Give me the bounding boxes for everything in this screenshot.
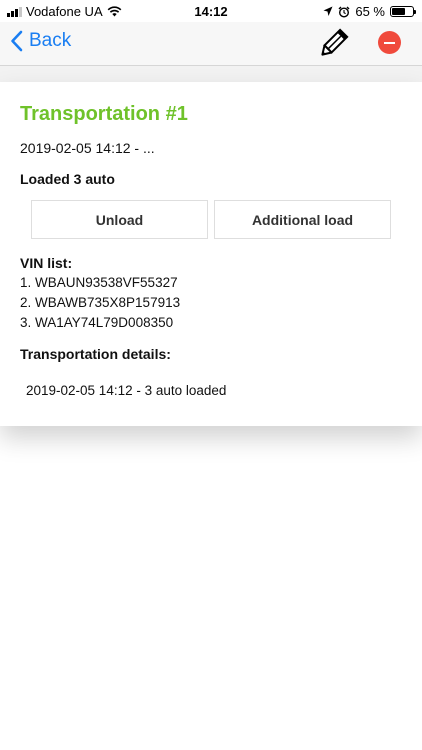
vin-list: 1. WBAUN93538VF55327 2. WBAWB735X8P15791… bbox=[20, 273, 180, 333]
battery-icon bbox=[390, 6, 416, 17]
edit-button[interactable] bbox=[316, 27, 350, 61]
battery-fill bbox=[392, 8, 405, 15]
vin-list-heading: VIN list: bbox=[20, 255, 73, 271]
chevron-left-icon bbox=[11, 30, 23, 52]
vin-item: 2. WBAWB735X8P157913 bbox=[20, 295, 181, 310]
nav-bar: Back bbox=[0, 22, 422, 66]
transportation-card: Transportation #1 2019-02-05 14:12 - ...… bbox=[0, 82, 422, 426]
location-arrow-icon bbox=[323, 6, 333, 16]
additional-load-button[interactable]: Additional load bbox=[214, 200, 391, 239]
back-button[interactable]: Back bbox=[10, 30, 71, 52]
delete-icon[interactable] bbox=[378, 31, 401, 54]
alarm-icon bbox=[338, 6, 350, 18]
details-heading: Transportation details: bbox=[20, 346, 171, 362]
transportation-date: 2019-02-05 14:12 - ... bbox=[20, 140, 155, 156]
pencil-icon bbox=[321, 28, 349, 56]
battery-percent: 65 % bbox=[355, 4, 385, 19]
loaded-count: Loaded 3 auto bbox=[20, 171, 115, 187]
vin-item: 1. WBAUN93538VF55327 bbox=[20, 275, 178, 290]
content-spacer bbox=[0, 66, 422, 82]
details-entry: 2019-02-05 14:12 - 3 auto loaded bbox=[26, 383, 227, 398]
transportation-title: Transportation #1 bbox=[20, 103, 188, 125]
back-label: Back bbox=[29, 30, 72, 51]
status-right: 65 % bbox=[323, 4, 416, 19]
vin-item: 3. WA1AY74L79D008350 bbox=[20, 315, 174, 330]
status-bar: Vodafone UA 14:12 65 % bbox=[0, 0, 422, 22]
unload-button[interactable]: Unload bbox=[31, 200, 208, 239]
